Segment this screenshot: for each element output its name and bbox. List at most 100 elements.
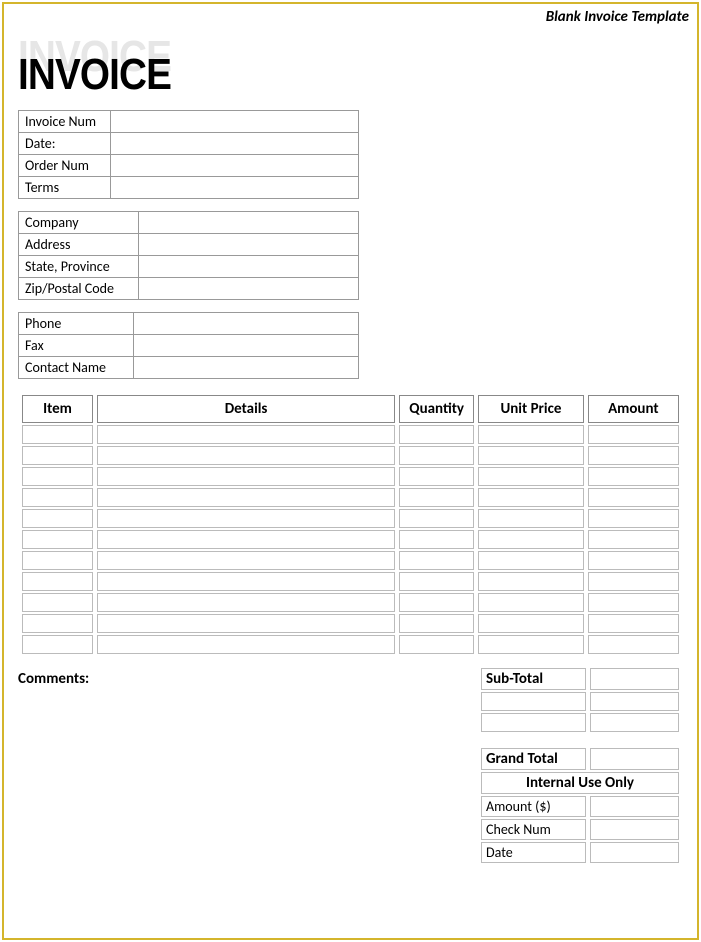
cell-quantity[interactable] [399,614,474,633]
invoice-num-label: Invoice Num [19,111,111,133]
cell-amount[interactable] [588,614,679,633]
cell-quantity[interactable] [399,467,474,486]
cell-item[interactable] [22,425,93,444]
table-row [22,572,679,591]
cell-item[interactable] [22,488,93,507]
cell-amount[interactable] [588,530,679,549]
cell-details[interactable] [97,593,395,612]
cell-details[interactable] [97,530,395,549]
cell-amount[interactable] [588,572,679,591]
cell-unit_price[interactable] [478,509,583,528]
order-num-value[interactable] [111,155,359,177]
cell-amount[interactable] [588,635,679,654]
order-num-label: Order Num [19,155,111,177]
phone-label: Phone [19,313,134,335]
info-row: Address [19,234,359,256]
cell-quantity[interactable] [399,530,474,549]
info-row: Company [19,212,359,234]
internal-use-header: Internal Use Only [481,772,679,794]
state-value[interactable] [139,256,359,278]
cell-quantity[interactable] [399,488,474,507]
cell-unit_price[interactable] [478,572,583,591]
date-label: Date: [19,133,111,155]
terms-value[interactable] [111,177,359,199]
cell-details[interactable] [97,425,395,444]
header-amount: Amount [588,395,679,423]
cell-item[interactable] [22,572,93,591]
cell-unit_price[interactable] [478,551,583,570]
cell-quantity[interactable] [399,635,474,654]
table-row [22,509,679,528]
cell-quantity[interactable] [399,593,474,612]
cell-amount[interactable] [588,446,679,465]
state-label: State, Province [19,256,139,278]
info-row: State, Province [19,256,359,278]
internal-date-value[interactable] [590,842,679,863]
cell-details[interactable] [97,614,395,633]
totals-blank1-value[interactable] [590,692,679,711]
cell-amount[interactable] [588,509,679,528]
cell-quantity[interactable] [399,446,474,465]
cell-amount[interactable] [588,467,679,486]
info-row: Contact Name [19,357,359,379]
address-value[interactable] [139,234,359,256]
cell-amount[interactable] [588,488,679,507]
cell-item[interactable] [22,509,93,528]
cell-unit_price[interactable] [478,488,583,507]
cell-item[interactable] [22,530,93,549]
internal-amount-value[interactable] [590,796,679,817]
cell-quantity[interactable] [399,572,474,591]
comments-label: Comments: [18,666,457,865]
info-row: Date: [19,133,359,155]
cell-unit_price[interactable] [478,614,583,633]
info-row: Invoice Num [19,111,359,133]
cell-unit_price[interactable] [478,593,583,612]
phone-value[interactable] [134,313,359,335]
internal-check-value[interactable] [590,819,679,840]
grand-total-label: Grand Total [481,748,586,770]
cell-item[interactable] [22,551,93,570]
info-row: Phone [19,313,359,335]
totals-blank2-label[interactable] [481,713,586,732]
cell-amount[interactable] [588,425,679,444]
fax-value[interactable] [134,335,359,357]
cell-item[interactable] [22,635,93,654]
totals-blank2-value[interactable] [590,713,679,732]
terms-label: Terms [19,177,111,199]
header-details: Details [97,395,395,423]
invoice-num-value[interactable] [111,111,359,133]
cell-quantity[interactable] [399,425,474,444]
cell-unit_price[interactable] [478,425,583,444]
zip-value[interactable] [139,278,359,300]
cell-amount[interactable] [588,551,679,570]
cell-item[interactable] [22,614,93,633]
cell-details[interactable] [97,446,395,465]
address-label: Address [19,234,139,256]
internal-amount-label: Amount ($) [481,796,586,817]
cell-unit_price[interactable] [478,635,583,654]
cell-details[interactable] [97,551,395,570]
cell-details[interactable] [97,635,395,654]
cell-item[interactable] [22,593,93,612]
totals-blank1-label[interactable] [481,692,586,711]
cell-details[interactable] [97,509,395,528]
cell-quantity[interactable] [399,509,474,528]
sub-total-value[interactable] [590,668,679,690]
table-row [22,614,679,633]
cell-amount[interactable] [588,593,679,612]
cell-item[interactable] [22,467,93,486]
cell-quantity[interactable] [399,551,474,570]
grand-total-value[interactable] [590,748,679,770]
table-row [22,467,679,486]
date-value[interactable] [111,133,359,155]
fax-label: Fax [19,335,134,357]
cell-details[interactable] [97,488,395,507]
cell-unit_price[interactable] [478,446,583,465]
cell-unit_price[interactable] [478,530,583,549]
company-value[interactable] [139,212,359,234]
contact-name-value[interactable] [134,357,359,379]
cell-unit_price[interactable] [478,467,583,486]
cell-details[interactable] [97,572,395,591]
cell-item[interactable] [22,446,93,465]
cell-details[interactable] [97,467,395,486]
